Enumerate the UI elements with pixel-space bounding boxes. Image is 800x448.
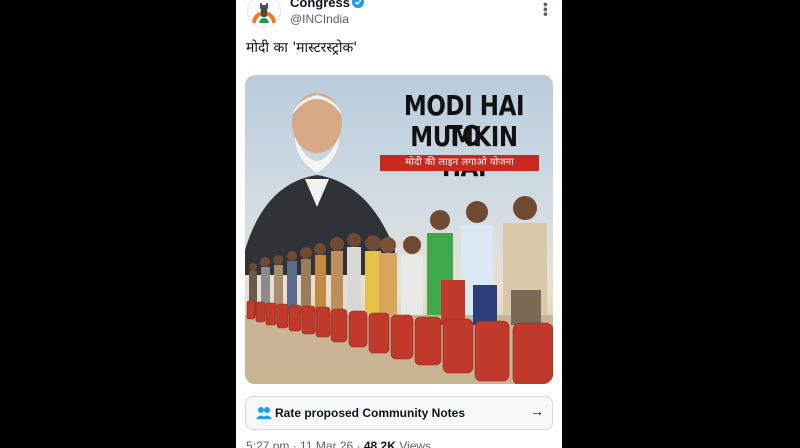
tweet-meta: 5:27 pm · 11 Mar 26 · 48.2K Views: [246, 439, 431, 448]
verified-badge-icon: [352, 0, 364, 8]
meta-separator: ·: [356, 439, 361, 448]
congress-logo-icon: [252, 3, 276, 23]
community-notes-button[interactable]: Rate proposed Community Notes →: [245, 396, 553, 430]
people-icon: [256, 407, 272, 419]
views-count: 48.2K: [363, 439, 396, 448]
arrow-right-icon: →: [530, 403, 544, 419]
tweet-image[interactable]: MODI HAI TO MUMKIN HAI मोदी की लाइन लगाओ…: [245, 75, 553, 384]
author-handle[interactable]: @INCIndia: [290, 12, 349, 26]
poster-subheadline: मोदी की लाइन लगाओ योजना: [380, 155, 539, 171]
more-options-icon[interactable]: •••: [538, 2, 554, 17]
tweet-text: मोदी का 'मास्टरस्ट्रोक': [246, 40, 358, 56]
tweet-card: Congress @INCIndia ••• मोदी का 'मास्टरस्…: [236, 0, 562, 448]
community-notes-label: Rate proposed Community Notes: [275, 406, 466, 420]
avatar[interactable]: [247, 0, 281, 28]
author-name[interactable]: Congress: [290, 0, 350, 10]
views-label: Views: [399, 439, 432, 448]
poster-headline-line2: MUMKIN HAI: [410, 120, 518, 182]
tweet-date[interactable]: 11 Mar 26: [300, 439, 353, 448]
tweet-time[interactable]: 5:27 pm: [246, 439, 289, 448]
meta-separator: ·: [292, 439, 297, 448]
